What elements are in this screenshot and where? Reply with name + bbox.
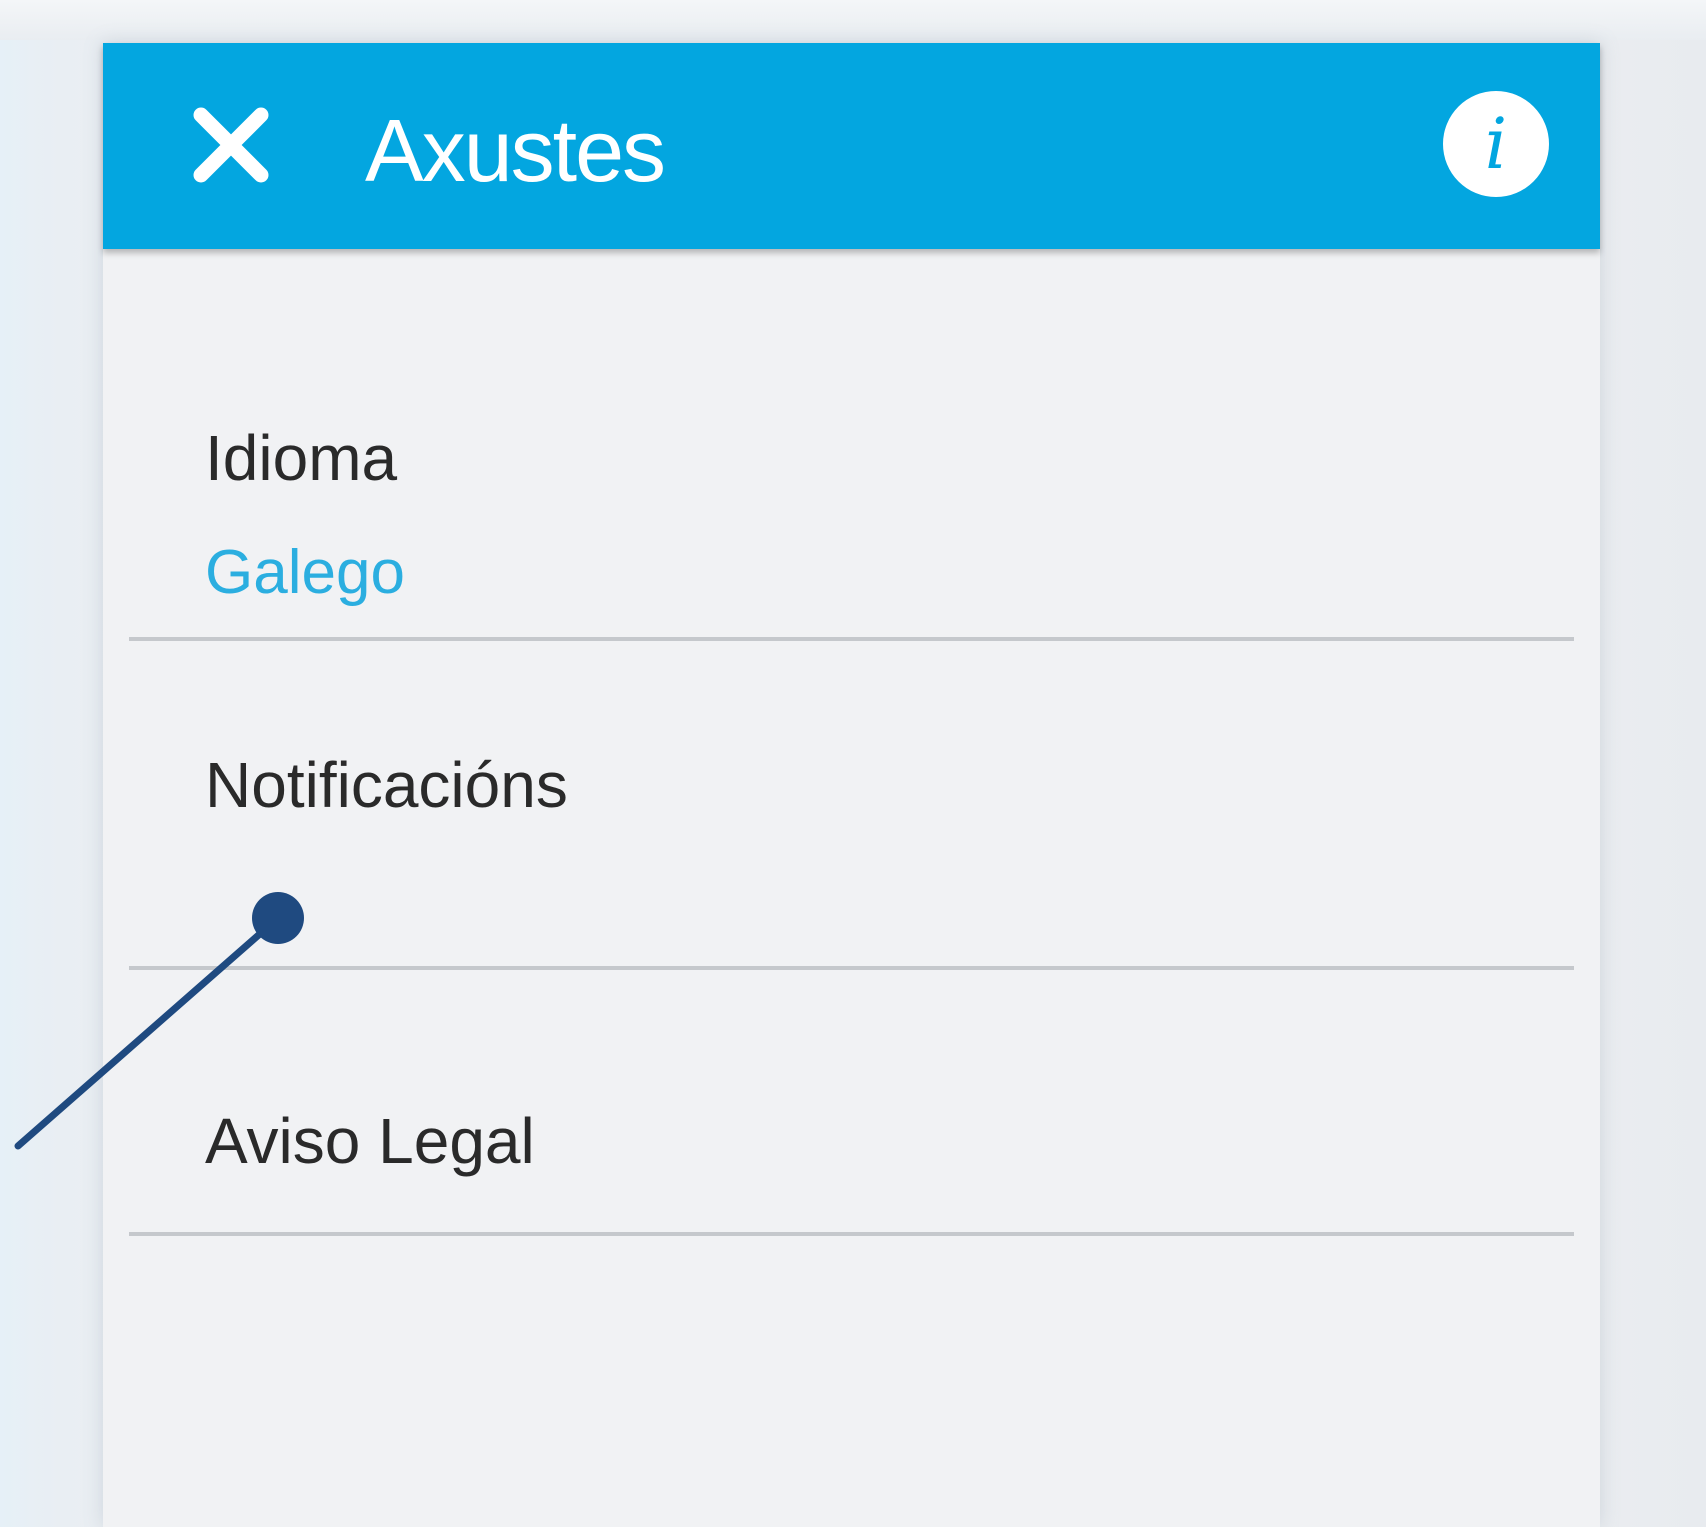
settings-screen: Axustes i Idioma Galego Notificacións Av… — [103, 43, 1600, 1527]
info-icon: i — [1484, 103, 1508, 185]
page-title: Axustes — [365, 101, 666, 200]
app-header: Axustes i — [103, 43, 1600, 249]
settings-row-notifications[interactable]: Notificacións — [129, 641, 1574, 965]
language-value: Galego — [205, 538, 405, 607]
settings-row-legal[interactable]: Aviso Legal — [129, 970, 1574, 1229]
background — [0, 0, 1706, 40]
settings-row-language[interactable]: Idioma Galego — [129, 343, 1574, 633]
language-label: Idioma — [205, 422, 398, 494]
info-button[interactable]: i — [1443, 91, 1549, 197]
notifications-label: Notificacións — [205, 749, 568, 821]
close-icon — [193, 107, 269, 183]
divider — [129, 1232, 1574, 1236]
close-button[interactable] — [191, 105, 271, 185]
legal-label: Aviso Legal — [205, 1105, 535, 1177]
